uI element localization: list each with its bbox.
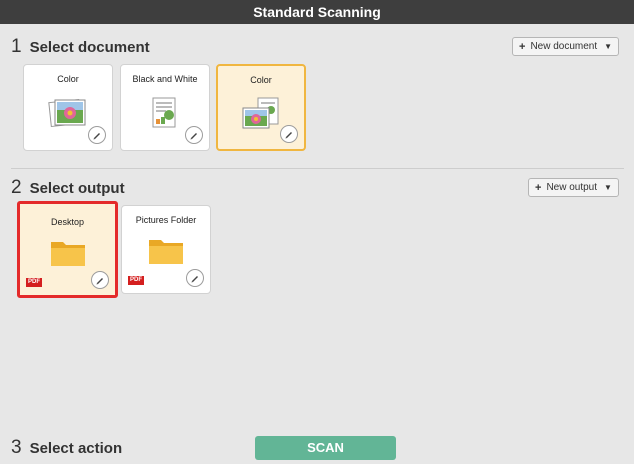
section-title: Select output (29, 180, 125, 197)
new-output-label: New output (546, 182, 598, 193)
document-card-label: Black and White (132, 74, 198, 84)
section-select-document: 1 Select document (11, 36, 150, 58)
plus-icon: + (535, 181, 542, 194)
new-output-button[interactable]: + New output ▼ (528, 178, 619, 197)
edit-document-button[interactable] (88, 126, 106, 144)
section-number: 3 (11, 437, 22, 458)
color-mixed-icon (240, 96, 282, 137)
new-document-button[interactable]: + New document ▼ (512, 37, 620, 56)
section-title: Select document (29, 39, 150, 56)
section-title: Select action (29, 440, 123, 457)
pdf-badge: PDF (128, 276, 144, 285)
section-select-output: 2 Select output (11, 177, 125, 199)
document-card-black-and-white[interactable]: Black and White (120, 64, 210, 151)
pdf-badge: PDF (26, 278, 42, 287)
section-select-action: 3 Select action (11, 437, 122, 459)
pencil-icon (191, 276, 198, 283)
document-card-label: Color (250, 75, 272, 85)
section-divider (11, 168, 624, 169)
scan-button[interactable]: SCAN (255, 436, 396, 460)
output-card-pictures-folder[interactable]: Pictures Folder PDF (121, 205, 211, 294)
window-title: Standard Scanning (0, 0, 634, 24)
section-number: 2 (11, 177, 22, 198)
pencil-icon (93, 133, 100, 140)
color-photo-icon (48, 95, 88, 134)
edit-output-button[interactable] (186, 269, 204, 287)
plus-icon: + (519, 40, 526, 53)
edit-document-button[interactable] (185, 126, 203, 144)
pencil-icon (190, 133, 197, 140)
caret-down-icon: ▼ (604, 183, 612, 192)
output-card-label: Desktop (50, 217, 85, 227)
folder-icon (147, 236, 185, 271)
document-card-color[interactable]: Color (23, 64, 113, 151)
document-card-color-selected[interactable]: Color (216, 64, 306, 151)
output-card-label: Pictures Folder (135, 215, 197, 225)
pencil-icon (285, 132, 292, 139)
new-document-label: New document (530, 41, 598, 52)
folder-icon (49, 238, 87, 273)
output-card-desktop[interactable]: Desktop PDF (17, 201, 118, 298)
caret-down-icon: ▼ (604, 42, 613, 51)
edit-output-button[interactable] (91, 271, 109, 289)
pencil-icon (96, 278, 103, 285)
bw-document-icon (147, 95, 183, 136)
section-number: 1 (11, 36, 22, 57)
document-card-label: Color (57, 74, 79, 84)
edit-document-button[interactable] (280, 125, 298, 143)
